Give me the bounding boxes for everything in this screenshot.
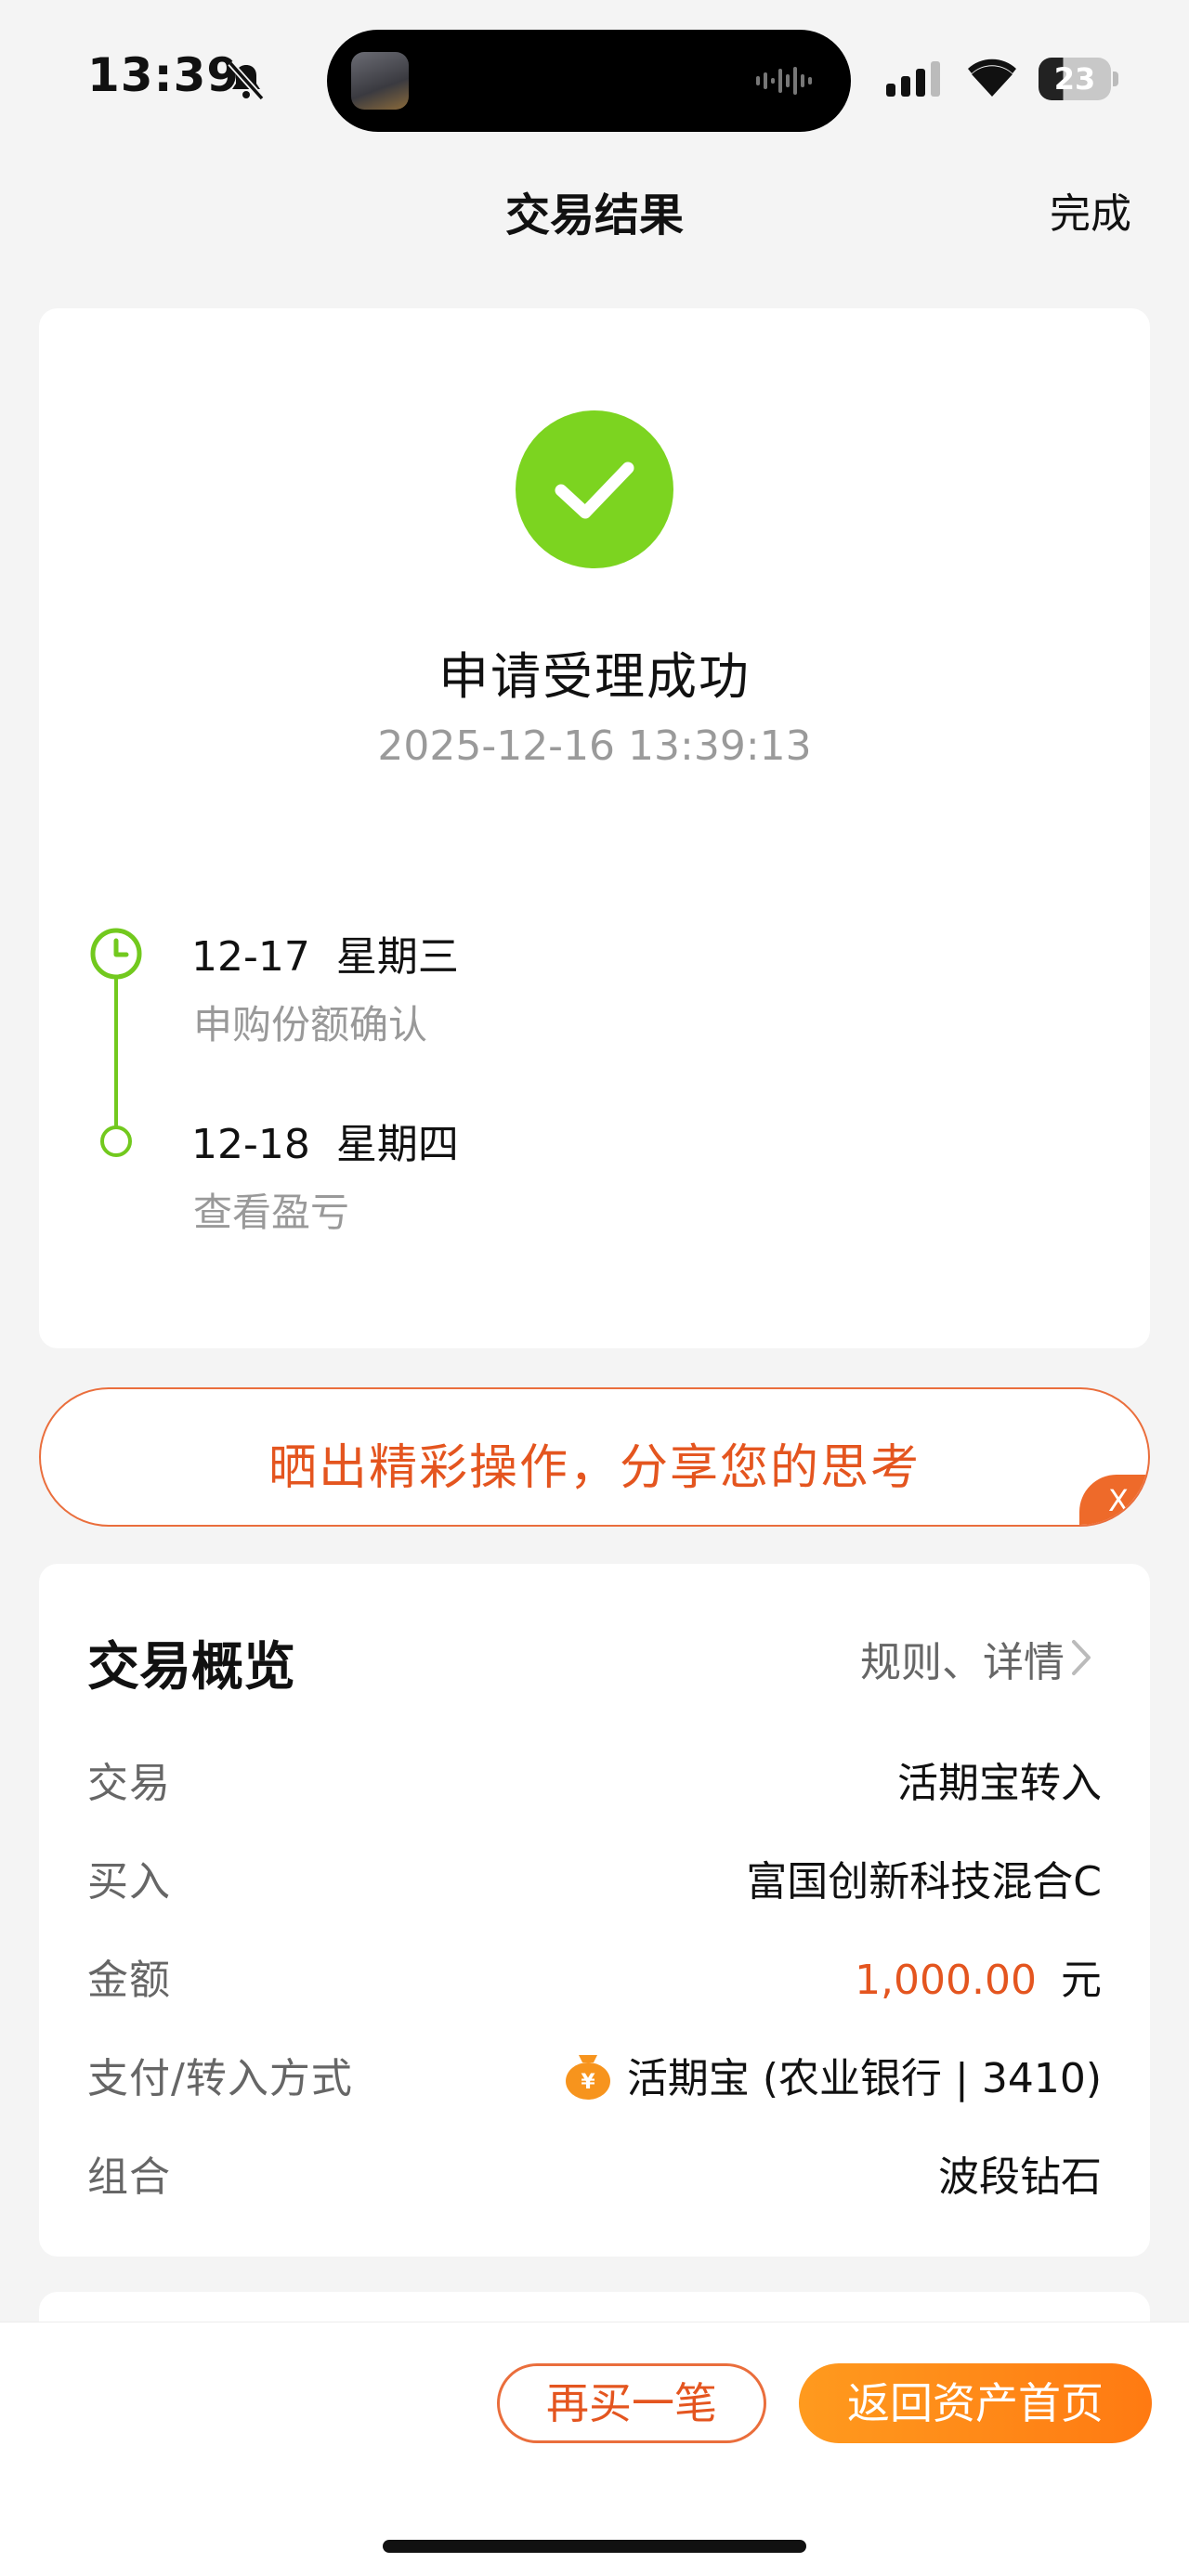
nav-bar: 交易结果 完成 (0, 158, 1189, 260)
money-bag-icon: ¥ (565, 2055, 610, 2100)
row-value-amount: 1,000.00 元 (855, 1946, 1102, 2006)
row-label: 支付/转入方式 (87, 2055, 353, 2102)
share-banner[interactable]: 晒出精彩操作，分享您的思考 X (39, 1387, 1150, 1527)
result-card: 申请受理成功 2025-12-16 13:39:13 12-17 星期三 申购份… (39, 308, 1150, 1348)
amount-value: 1,000.00 (855, 1957, 1037, 2004)
timeline-date: 12-18 星期四 (191, 1121, 459, 1168)
cellular-signal-icon (886, 61, 940, 97)
timeline-date: 12-17 星期三 (191, 933, 459, 981)
battery-level: 23 (1053, 61, 1096, 97)
row-value: 富国创新科技混合C (746, 1858, 1102, 1906)
status-bar: 13:39 23 (0, 0, 1189, 158)
trade-overview-card: 交易概览 规则、详情 交易 活期宝转入 买入 富国创新科技混合C 金额 1,00… (39, 1564, 1150, 2257)
timeline-desc: 查看盈亏 (193, 1190, 350, 1235)
done-button[interactable]: 完成 (1050, 180, 1131, 240)
row-value-payment: ¥ 活期宝 (农业银行 | 3410) (562, 2045, 1102, 2107)
overview-row-payment: 支付/转入方式 ¥ 活期宝 (农业银行 | 3410) (87, 2045, 1102, 2102)
home-indicator[interactable] (383, 2540, 806, 2553)
status-time: 13:39 (87, 48, 241, 102)
battery-icon: 23 (1039, 58, 1118, 100)
clock-icon (90, 928, 142, 980)
result-title: 申请受理成功 (438, 647, 751, 706)
audio-wave-icon (756, 67, 812, 95)
share-banner-text: 晒出精彩操作，分享您的思考 (268, 1440, 921, 1496)
dynamic-island[interactable] (327, 30, 851, 132)
trade-result-page: 13:39 23 交易结果 完成 申请受理成功 2025-12-16 13:39… (0, 0, 1189, 2576)
row-value: 活期宝转入 (897, 1760, 1102, 1807)
timeline-line (114, 958, 118, 1153)
chevron-right-icon[interactable] (1066, 1636, 1096, 1679)
payment-method: 活期宝 (农业银行 | 3410) (626, 2055, 1102, 2102)
timeline-dot (100, 1125, 132, 1157)
overview-row-buy: 买入 富国创新科技混合C (87, 1848, 1102, 1906)
bottom-action-bar: 再买一笔 返回资产首页 (0, 2322, 1189, 2576)
result-timestamp: 2025-12-16 13:39:13 (377, 722, 812, 770)
overview-row-portfolio: 组合 波段钻石 (87, 2143, 1102, 2201)
overview-row-amount: 金额 1,000.00 元 (87, 1946, 1102, 2004)
wifi-icon (968, 59, 1016, 97)
back-to-assets-button[interactable]: 返回资产首页 (799, 2363, 1152, 2443)
rules-details-link[interactable]: 规则、详情 (860, 1629, 1065, 1688)
row-label: 金额 (87, 1957, 171, 2004)
album-art-thumbnail (351, 52, 409, 110)
row-label: 组合 (87, 2153, 171, 2201)
buy-again-button[interactable]: 再买一笔 (497, 2363, 766, 2443)
success-check-icon (516, 410, 673, 568)
row-label: 交易 (87, 1760, 171, 1807)
row-value: 波段钻石 (938, 2153, 1102, 2201)
page-title: 交易结果 (504, 189, 684, 241)
amount-unit: 元 (1061, 1957, 1102, 2004)
overview-row-trade: 交易 活期宝转入 (87, 1750, 1102, 1807)
timeline-desc: 申购份额确认 (193, 1002, 428, 1047)
bell-muted-icon (228, 60, 265, 101)
overview-title: 交易概览 (87, 1637, 295, 1698)
row-label: 买入 (87, 1858, 171, 1906)
svg-text:¥: ¥ (581, 2071, 595, 2094)
